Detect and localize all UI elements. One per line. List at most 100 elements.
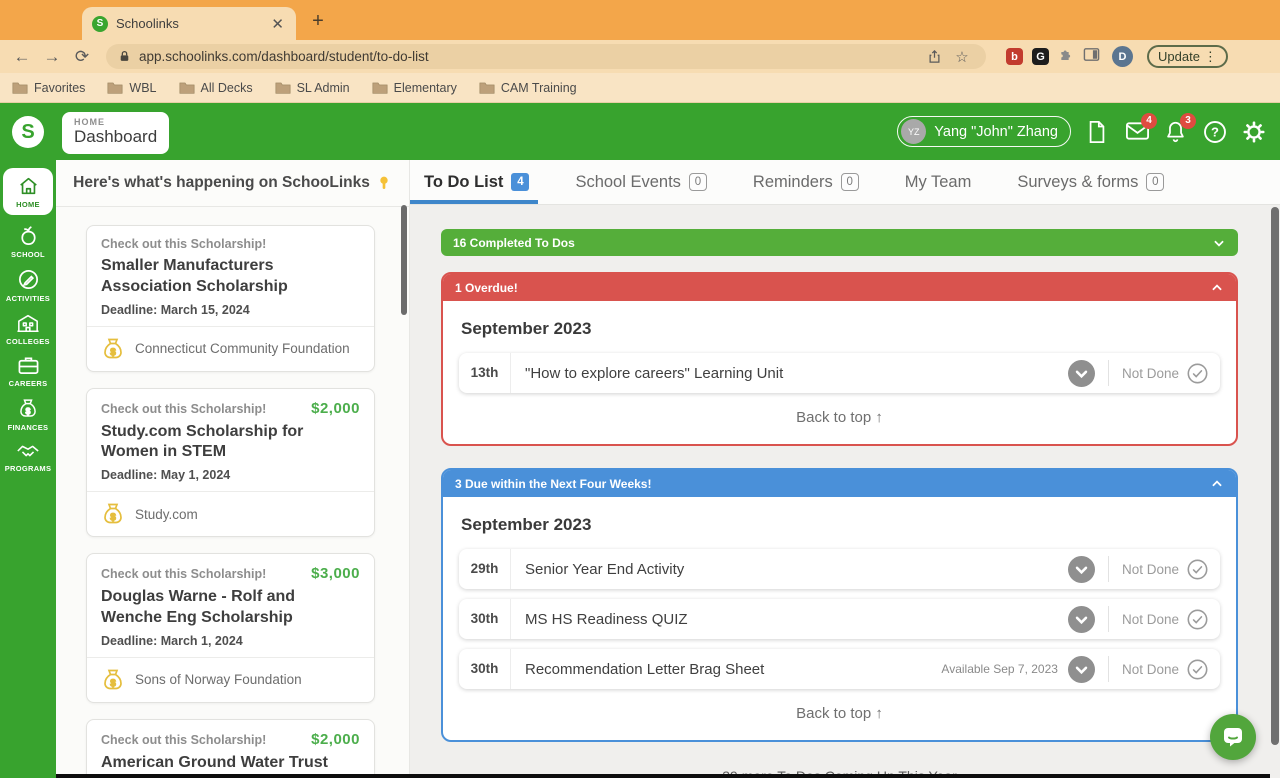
card-kicker: Check out this Scholarship!	[101, 401, 267, 416]
todo-day: 30th	[459, 649, 511, 689]
sidebar-item-programs[interactable]: PROGRAMS	[2, 441, 54, 473]
card-amount: $3,000	[311, 565, 360, 583]
user-menu[interactable]: YZ Yang "John" Zhang	[897, 116, 1071, 147]
user-avatar: YZ	[901, 119, 927, 144]
documents-icon[interactable]	[1086, 120, 1110, 144]
back-to-top-link[interactable]: Back to top ↑	[459, 705, 1220, 722]
bookmark-folder-sl-admin[interactable]: SL Admin	[275, 81, 350, 95]
home-icon	[19, 177, 37, 195]
upcoming-header-label: 3 Due within the Next Four Weeks!	[455, 476, 652, 491]
side-panel-icon[interactable]	[1083, 47, 1100, 67]
card-deadline: Deadline: May 1, 2024	[101, 468, 231, 483]
share-icon[interactable]	[927, 49, 942, 64]
completed-todos-label: 16 Completed To Dos	[453, 235, 575, 250]
todo-row[interactable]: 30th MS HS Readiness QUIZ Not Done	[459, 599, 1220, 639]
sidebar-item-home[interactable]: HOME	[3, 168, 53, 215]
todo-content: 16 Completed To Dos 1 Overdue! September…	[410, 205, 1280, 778]
browser-profile-avatar[interactable]: D	[1112, 46, 1133, 67]
card-org-name: Sons of Norway Foundation	[135, 672, 302, 688]
todo-row[interactable]: 29th Senior Year End Activity Not Done	[459, 549, 1220, 589]
bookmark-star-icon[interactable]: ☆	[950, 48, 974, 66]
todo-title: MS HS Readiness QUIZ	[525, 610, 688, 628]
tab-label: Reminders	[752, 172, 833, 191]
tab-school-events[interactable]: School Events 0	[575, 173, 707, 192]
bookmark-folder-wbl[interactable]: WBL	[107, 81, 157, 95]
help-icon[interactable]: ?	[1203, 120, 1227, 144]
forward-icon[interactable]: →	[40, 47, 64, 67]
expand-chevron-icon[interactable]	[1067, 655, 1095, 683]
tab-close-icon[interactable]: ✕	[269, 15, 286, 33]
tab-title: Schoolinks	[116, 16, 179, 31]
notifications-bell-icon[interactable]: 3	[1164, 112, 1196, 144]
lock-icon	[118, 50, 131, 63]
feed-scrollbar-thumb[interactable]	[401, 205, 407, 315]
messages-icon[interactable]: 4	[1125, 112, 1157, 144]
available-date-label: Available Sep 7, 2023	[941, 662, 1058, 676]
todo-title: Recommendation Letter Brag Sheet	[525, 660, 765, 678]
main-scrollbar-thumb[interactable]	[1271, 207, 1279, 745]
expand-chevron-icon[interactable]	[1067, 359, 1095, 387]
card-kicker: Check out this Scholarship!	[101, 237, 267, 251]
dashboard-tabs: To Do List 4 School Events 0 Reminders 0…	[410, 160, 1280, 205]
extension-icon-red[interactable]: b	[1006, 48, 1023, 65]
tab-surveys-forms[interactable]: Surveys & forms 0	[1017, 173, 1165, 192]
bookmark-folder-all-decks[interactable]: All Decks	[179, 81, 253, 95]
section-label: HOME	[74, 117, 105, 127]
sidebar-item-school[interactable]: SCHOOL	[2, 224, 54, 259]
update-label: Update	[1158, 49, 1200, 64]
completed-todos-bar[interactable]: 16 Completed To Dos	[441, 229, 1238, 256]
browser-chrome: S Schoolinks ✕ + ← → ⟳ app.schoolinks.co…	[0, 0, 1280, 103]
money-bag-icon: $	[104, 669, 122, 690]
sidebar-item-careers[interactable]: CAREERS	[2, 355, 54, 388]
settings-gear-icon[interactable]	[1242, 120, 1266, 144]
scholarship-card[interactable]: Check out this Scholarship! Smaller Manu…	[86, 225, 375, 372]
new-tab-button[interactable]: +	[305, 10, 331, 33]
chat-launcher-button[interactable]	[1210, 714, 1256, 760]
overdue-section-header[interactable]: 1 Overdue!	[443, 274, 1236, 301]
bookmark-folder-cam-training[interactable]: CAM Training	[479, 81, 577, 95]
browser-tab[interactable]: S Schoolinks ✕	[82, 7, 296, 40]
schoolinks-favicon-icon: S	[92, 15, 108, 32]
svg-text:$: $	[110, 678, 115, 688]
divider	[1107, 556, 1109, 582]
month-heading: September 2023	[461, 515, 592, 534]
divider	[1107, 360, 1109, 386]
mark-done-check-icon[interactable]	[1187, 659, 1208, 680]
expand-chevron-icon[interactable]	[1067, 605, 1095, 633]
money-bag-icon: $	[104, 503, 122, 524]
upcoming-section-header[interactable]: 3 Due within the Next Four Weeks!	[443, 470, 1236, 497]
puzzle-extensions-icon[interactable]	[1058, 46, 1074, 67]
card-org-name: Study.com	[135, 506, 198, 522]
active-tab-underline	[410, 200, 538, 204]
tab-my-team[interactable]: My Team	[905, 173, 972, 192]
tab-to-do-list[interactable]: To Do List 4	[424, 173, 530, 192]
sidebar-item-label: COLLEGES	[6, 337, 50, 346]
card-deadline: Deadline: March 15, 2024	[101, 302, 250, 317]
mark-done-check-icon[interactable]	[1187, 559, 1208, 580]
scholarship-card[interactable]: Check out this Scholarship! $2,000 Study…	[86, 387, 375, 538]
bookmark-folder-favorites[interactable]: Favorites	[12, 81, 85, 95]
svg-text:?: ?	[1211, 124, 1219, 139]
tab-reminders[interactable]: Reminders 0	[753, 173, 859, 192]
status-label: Not Done	[1121, 365, 1179, 381]
address-bar[interactable]: app.schoolinks.com/dashboard/student/to-…	[106, 44, 986, 69]
todo-row[interactable]: 30th Recommendation Letter Brag Sheet Av…	[459, 649, 1220, 689]
expand-chevron-icon[interactable]	[1067, 555, 1095, 583]
back-icon[interactable]: ←	[10, 47, 34, 67]
todo-row[interactable]: 13th "How to explore careers" Learning U…	[459, 353, 1220, 393]
scholarship-card[interactable]: Check out this Scholarship! $2,000 Ameri…	[86, 718, 375, 778]
sidebar-item-activities[interactable]: ACTIVITIES	[2, 268, 54, 303]
bookmark-folder-elementary[interactable]: Elementary	[372, 81, 457, 95]
back-to-top-link[interactable]: Back to top ↑	[459, 409, 1220, 426]
reload-icon[interactable]: ⟳	[70, 47, 94, 67]
money-bag-icon: $	[20, 399, 36, 417]
scholarship-card[interactable]: Check out this Scholarship! $3,000 Dougl…	[86, 553, 375, 703]
mark-done-check-icon[interactable]	[1187, 609, 1208, 630]
mark-done-check-icon[interactable]	[1187, 363, 1208, 384]
sidebar-item-colleges[interactable]: COLLEGES	[2, 312, 54, 346]
extension-icon-dark[interactable]: G	[1032, 48, 1049, 65]
sidebar-item-finances[interactable]: $ FINANCES	[2, 397, 54, 432]
schoolinks-logo[interactable]: S	[12, 116, 44, 148]
browser-update-button[interactable]: Update ⋮	[1147, 45, 1228, 68]
url-text: app.schoolinks.com/dashboard/student/to-…	[139, 49, 429, 64]
